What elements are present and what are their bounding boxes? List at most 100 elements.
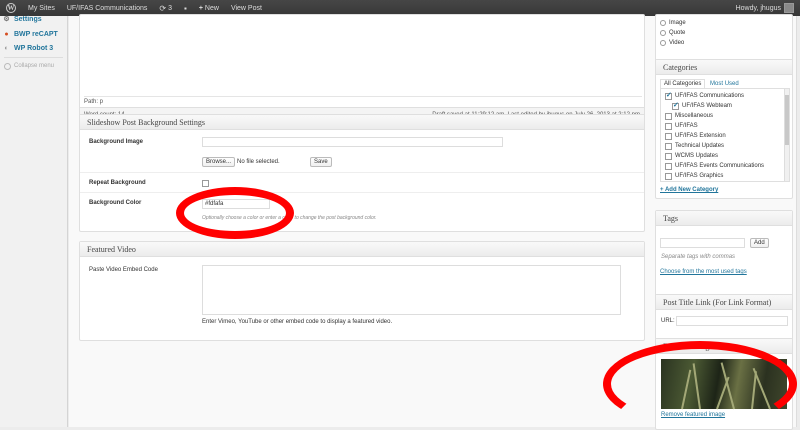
collapse-menu-button[interactable]: Collapse menu	[0, 60, 67, 72]
repeat-background-row: Repeat Background	[80, 173, 644, 193]
slideshow-background-settings-box: Slideshow Post Background Settings Backg…	[79, 114, 645, 232]
post-editor: Path: p Word count: 14 Draft saved at 11…	[79, 14, 645, 122]
featured-video-title[interactable]: Featured Video	[80, 242, 644, 257]
category-item[interactable]: Technical Updates	[661, 141, 789, 151]
category-label: Technical Updates	[675, 143, 725, 149]
category-label: UF/IFAS Communications	[675, 93, 745, 99]
format-label: Video	[669, 40, 685, 46]
new-tag-input[interactable]	[660, 238, 745, 248]
category-item[interactable]: UF/IFAS	[661, 121, 789, 131]
category-checkbox[interactable]	[665, 162, 672, 170]
featured-image-title[interactable]: Featured Image	[656, 339, 792, 354]
editor-content-area[interactable]	[84, 15, 642, 97]
category-item[interactable]: UF/IFAS Graphics	[661, 171, 789, 181]
remove-featured-image-link[interactable]: Remove featured image	[661, 412, 725, 418]
category-tabs: All Categories Most Used	[660, 79, 742, 88]
background-image-row: Background Image Browse... No file selec…	[80, 131, 644, 173]
category-checklist: UF/IFAS Communications UF/IFAS Webteam Mis…	[660, 88, 790, 182]
sidebar-item-wp-robot[interactable]: ◐ WP Robot 3	[0, 41, 67, 55]
format-label: Image	[669, 20, 686, 26]
format-option-video[interactable]: Video	[656, 38, 792, 48]
sidebar-item-settings[interactable]: ⚙ Settings	[0, 13, 67, 25]
tags-hint: Separate tags with commas	[661, 254, 736, 260]
wordpress-icon: W	[6, 3, 16, 13]
embed-code-textarea[interactable]	[202, 265, 621, 315]
category-label: UF/IFAS Extension	[675, 133, 726, 139]
category-checkbox[interactable]	[665, 172, 672, 180]
browse-button[interactable]: Browse...	[202, 157, 236, 167]
category-checkbox[interactable]	[665, 132, 672, 140]
background-image-input[interactable]	[202, 137, 503, 147]
featured-image-thumbnail[interactable]	[661, 359, 787, 410]
editor-path: Path: p	[84, 99, 104, 105]
no-file-label: No file selected.	[237, 159, 280, 165]
category-checkbox[interactable]	[665, 112, 672, 120]
slideshow-box-title[interactable]: Slideshow Post Background Settings	[80, 115, 644, 130]
category-scrollbar[interactable]	[784, 89, 789, 181]
tags-box: Tags Add Separate tags with commas Choos…	[655, 210, 793, 298]
new-label: New	[204, 4, 219, 12]
choose-most-used-tags-link[interactable]: Choose from the most used tags	[660, 269, 747, 275]
category-item[interactable]: UF/IFAS Webteam	[661, 101, 789, 111]
updates-count: 3	[168, 4, 172, 12]
category-checkbox[interactable]	[665, 122, 672, 130]
radio-button[interactable]	[660, 20, 666, 26]
radio-button[interactable]	[660, 30, 666, 36]
category-items: UF/IFAS Communications UF/IFAS Webteam Mis…	[661, 89, 789, 181]
post-title-link-title[interactable]: Post Title Link (For Link Format)	[656, 295, 792, 310]
howdy-text: Howdy, jhugus	[735, 4, 781, 12]
format-label: Quote	[669, 30, 686, 36]
category-label: UF/IFAS Webteam	[682, 103, 732, 109]
sidebar-item-label: WP Robot 3	[14, 44, 54, 52]
category-checkbox[interactable]	[665, 152, 672, 160]
featured-video-box: Featured Video Paste Video Embed Code En…	[79, 241, 645, 341]
featured-image-box: Featured Image Remove featured image	[655, 338, 793, 430]
url-label: URL:	[661, 318, 675, 324]
collapse-icon	[4, 62, 11, 70]
plus-icon: +	[198, 4, 203, 12]
post-format-box: Image Quote Video	[655, 14, 793, 64]
category-item[interactable]: Miscellaneous	[661, 111, 789, 121]
collapse-label: Collapse menu	[14, 63, 55, 69]
avatar	[784, 3, 794, 13]
refresh-icon: ⟳	[159, 3, 167, 13]
tags-title[interactable]: Tags	[656, 211, 792, 226]
category-label: UF/IFAS Graphics	[675, 173, 724, 179]
tab-most-used[interactable]: Most Used	[707, 80, 742, 88]
category-label: Miscellaneous	[675, 113, 714, 119]
repeat-background-label: Repeat Background	[89, 180, 146, 186]
scroll-thumb[interactable]	[785, 95, 789, 145]
format-option-image[interactable]: Image	[656, 18, 792, 28]
background-color-input[interactable]: #fdfafa	[202, 199, 270, 209]
add-tag-button[interactable]: Add	[750, 238, 769, 248]
category-checkbox[interactable]	[665, 91, 672, 100]
background-image-label: Background Image	[89, 139, 144, 145]
category-item[interactable]: UF/IFAS Extension	[661, 131, 789, 141]
tab-all-categories[interactable]: All Categories	[660, 79, 706, 88]
menu-separator	[4, 57, 63, 58]
format-option-quote[interactable]: Quote	[656, 28, 792, 38]
category-label: WCMS Updates	[675, 153, 719, 159]
save-button[interactable]: Save	[310, 157, 332, 167]
page-scrollbar[interactable]	[796, 16, 800, 427]
repeat-background-checkbox[interactable]	[202, 180, 209, 187]
categories-title[interactable]: Categories	[656, 60, 792, 75]
sidebar-item-label: Settings	[14, 15, 42, 23]
sidebar-item-recaptcha[interactable]: ● BWP reCAPT	[0, 27, 67, 41]
category-item[interactable]: WCMS Updates	[661, 151, 789, 161]
settings-icon: ⚙	[3, 16, 10, 23]
admin-sidebar: ⚙ Settings ● BWP reCAPT ◐ WP Robot 3 Col…	[0, 16, 68, 427]
add-new-category-link[interactable]: + Add New Category	[660, 187, 718, 193]
category-checkbox[interactable]	[665, 142, 672, 150]
url-input[interactable]	[676, 316, 788, 326]
robot-icon: ◐	[4, 44, 9, 52]
categories-box: Categories All Categories Most Used UF/I…	[655, 59, 793, 199]
comment-icon: ▪	[183, 3, 187, 13]
category-label: UF/IFAS	[675, 123, 698, 129]
category-item[interactable]: UF/IFAS Communications	[661, 91, 789, 101]
category-checkbox[interactable]	[672, 101, 679, 110]
category-label: UF/IFAS Events Communications	[675, 163, 765, 169]
embed-code-label: Paste Video Embed Code	[89, 267, 158, 273]
radio-button[interactable]	[660, 40, 666, 46]
category-item[interactable]: UF/IFAS Events Communications	[661, 161, 789, 171]
